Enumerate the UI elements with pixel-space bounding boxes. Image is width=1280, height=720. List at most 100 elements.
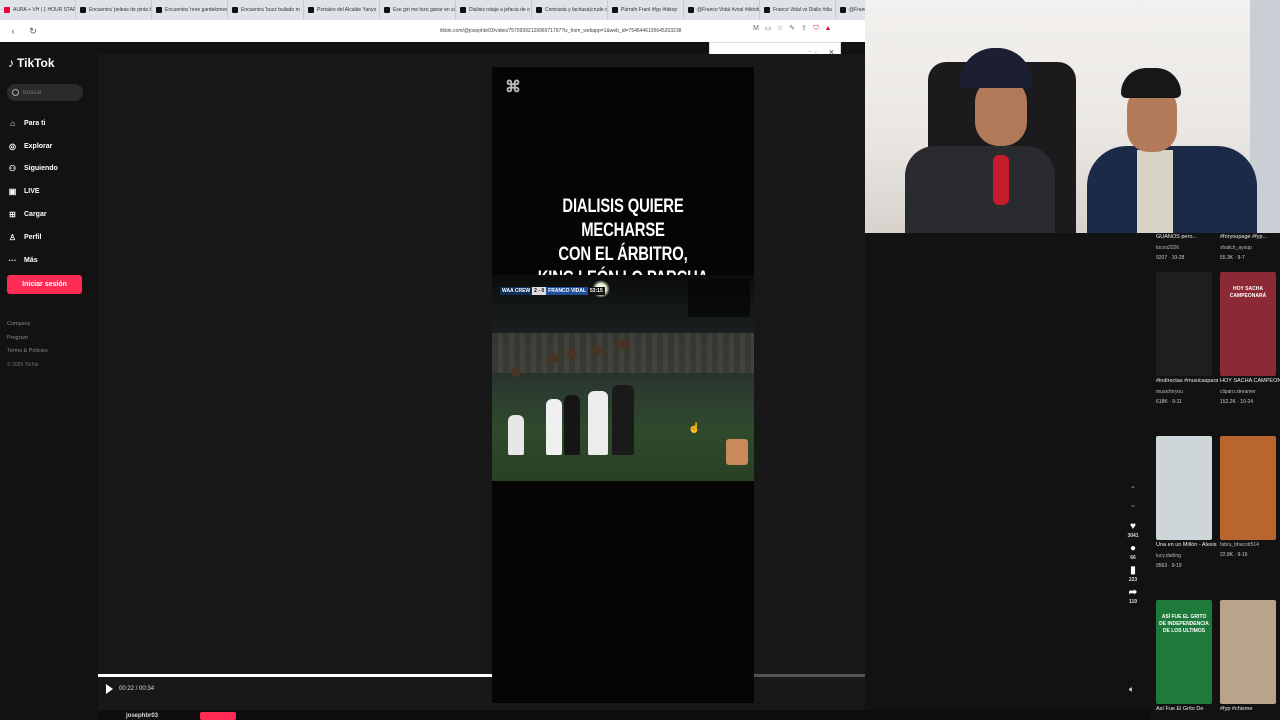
browser-tab[interactable]: AURA + VH | 1 HOUR STAR <box>0 0 76 20</box>
streamer-cam-overlay <box>726 439 748 465</box>
stats-panel <box>688 279 750 317</box>
footer-link-terms[interactable]: Terms & Policies <box>7 345 48 359</box>
more-icon: ··· <box>8 255 17 265</box>
back-icon[interactable]: ‹ <box>6 24 20 38</box>
footer-link-program[interactable]: Program <box>7 332 48 346</box>
video-frame[interactable]: ⌘ DIALISIS QUIERE MECHARSE CON EL ÁRBITR… <box>492 67 754 703</box>
browser-tab[interactable]: Ese giri me hizo ganar en si <box>380 0 456 20</box>
shield-icon[interactable]: ⛉ <box>812 25 820 33</box>
related-video-card[interactable]: GUANOS pero... tocns2026 9207 · 10-28 <box>1156 232 1216 263</box>
next-video-strip: josephbr03 <box>98 710 1150 720</box>
login-button[interactable]: Iniciar sesión <box>7 275 82 294</box>
related-video-user[interactable]: musicforyou <box>1156 387 1216 397</box>
video-thumbnail[interactable]: HOY SACHA CAMPEONARÁ <box>1220 272 1276 376</box>
browser-tab[interactable]: Portaleo del Alcalde Yanyo <box>304 0 380 20</box>
video-thumbnail[interactable] <box>1156 436 1212 540</box>
related-video-card[interactable]: HOY SACHA CAMPEONARÁ HOY SACHA CAMPEONARÁ… <box>1220 272 1280 407</box>
player-head <box>618 339 628 349</box>
chevron-down-icon[interactable]: ⌄ <box>1126 500 1140 509</box>
related-video-card[interactable]: ASÍ FUE EL GRITO DE INDEPENDENCIA DE LOS… <box>1156 600 1216 715</box>
thumbnail-text: ASÍ FUE EL GRITO DE INDEPENDENCIA DE LOS… <box>1159 614 1209 634</box>
mouse-cursor-icon: ☝ <box>688 423 701 434</box>
tab-favicon-icon <box>536 7 542 13</box>
screen: AURA + VH | 1 HOUR STAR Encuentra 'peleas… <box>0 0 1280 720</box>
comment-button[interactable]: ● 66 <box>1126 543 1140 561</box>
related-video-user[interactable]: fabru_bbacott514 <box>1220 540 1280 550</box>
browser-tab[interactable]: Dialisis rotaje a jefacia de o <box>456 0 532 20</box>
sidebar-item-label: Perfil <box>24 233 42 241</box>
share-count: 119 <box>1128 599 1138 605</box>
action-bar: ⌃ ⌄ ♥ 3041 ● 66 ▮ 223 ➦ 119 <box>1126 485 1140 605</box>
browser-tab[interactable]: Encuentra 'buzz builado m <box>228 0 304 20</box>
extensions-icon[interactable]: ✎ <box>788 25 796 33</box>
browser-tab[interactable]: @Franco Vidal #viral #tiktok <box>684 0 760 20</box>
tab-label: Encuentra 'buzz builado m <box>241 7 300 13</box>
play-icon[interactable] <box>106 684 113 694</box>
share-button[interactable]: ➦ 119 <box>1126 587 1140 605</box>
browser-tab[interactable]: Contrasta y fachasa(crude o <box>532 0 608 20</box>
scorebug-team2: FRANCO VIDAL <box>546 287 588 295</box>
tab-label: AURA + VH | 1 HOUR STAR <box>13 7 76 13</box>
video-thumbnail[interactable] <box>1156 272 1212 376</box>
tab-label: Ese giri me hizo ganar en si <box>393 7 455 13</box>
tab-favicon-icon <box>460 7 466 13</box>
related-video-user[interactable]: tocns2026 <box>1156 243 1216 253</box>
tab-favicon-icon <box>308 7 314 13</box>
next-video-username[interactable]: josephbr03 <box>126 713 158 719</box>
save-button[interactable]: ▮ 223 <box>1126 565 1140 583</box>
tab-label: Encuentra 'rene gardelomes <box>165 7 228 13</box>
reload-icon[interactable]: ↻ <box>26 24 40 38</box>
search-box[interactable] <box>7 84 83 101</box>
related-video-user[interactable]: lucy.darling <box>1156 551 1216 561</box>
related-video-card[interactable]: Una en un Millón - Alexis Y Fido #fyp...… <box>1156 436 1218 571</box>
url-field[interactable]: tiktok.com/@josephbr03/video/75709392129… <box>440 25 740 37</box>
related-video-card[interactable]: #foryoupage #fyp... shaiich_ayoup 55.3K · … <box>1220 232 1280 263</box>
related-video-card[interactable]: #fyp #chisme <box>1220 600 1280 715</box>
related-video-card[interactable]: #indirectas #musicasparastatu... musicfor… <box>1156 272 1218 407</box>
alert-icon[interactable]: ▲ <box>824 25 832 33</box>
related-video-user[interactable]: cliparo.streamer <box>1220 387 1280 397</box>
browser-tab[interactable]: Franco Vidal vs Dialis #dia <box>760 0 836 20</box>
sidebar-item-label: Para ti <box>24 119 46 127</box>
player-figure <box>564 395 580 455</box>
related-video-caption: HOY SACHA CAMPEONARÁ EN... <box>1220 378 1280 384</box>
browser-tab[interactable]: @Franco Vi <box>836 0 865 20</box>
footer-link-company[interactable]: Company <box>7 318 48 332</box>
tiktok-logo[interactable]: ♪ TikTok <box>8 56 55 70</box>
browser-tab[interactable]: Encuentra 'peleas de pinta b <box>76 0 152 20</box>
sidebar-item-perfil[interactable]: ♙ Perfil <box>8 226 58 249</box>
video-thumbnail[interactable]: ASÍ FUE EL GRITO DE INDEPENDENCIA DE LOS… <box>1156 600 1212 704</box>
related-videos-grid: GUANOS pero... tocns2026 9207 · 10-28 #fory… <box>1150 232 1280 720</box>
like-count: 3041 <box>1127 533 1139 539</box>
translate-icon[interactable]: M <box>752 25 760 33</box>
video-thumbnail[interactable] <box>1220 600 1276 704</box>
chevron-up-icon[interactable]: ⌃ <box>1126 485 1140 494</box>
related-video-card[interactable]: fabru_bbacott514 22.8K · 9-16 <box>1220 436 1280 560</box>
bookmark-icon[interactable]: ☆ <box>776 25 784 33</box>
screen-icon[interactable]: ▭ <box>764 25 772 33</box>
search-input[interactable] <box>23 89 81 96</box>
compass-icon: ◎ <box>9 141 16 151</box>
volume-icon[interactable]: 🔈︎ <box>1129 684 1134 695</box>
video-thumbnail[interactable] <box>1220 436 1276 540</box>
sidebar-item-m-s[interactable]: ··· Más <box>8 249 58 272</box>
player-head <box>567 349 577 359</box>
sidebar-item-para-ti[interactable]: ⌂ Para ti <box>8 112 58 135</box>
sidebar-item-cargar[interactable]: ⊞ Cargar <box>8 203 58 226</box>
capcut-icon: ⌘ <box>505 79 521 96</box>
player-figure <box>588 391 608 455</box>
related-video-stats: 152.2K · 10-24 <box>1220 399 1254 405</box>
sidebar-item-live[interactable]: ▣ LIVE <box>8 180 58 203</box>
share-icon[interactable]: ⇪ <box>800 25 808 33</box>
logo-text: TikTok <box>17 56 55 70</box>
like-button[interactable]: ♥ 3041 <box>1126 521 1140 539</box>
sidebar-item-siguiendo[interactable]: ⚇ Siguiendo <box>8 158 58 181</box>
related-video-user[interactable]: shaiich_ayoup <box>1220 243 1280 253</box>
webcam-overlay <box>865 0 1280 233</box>
browser-tab[interactable]: Párrafo Franl #fyp #tiktop <box>608 0 684 20</box>
sidebar-item-explorar[interactable]: ◎ Explorar <box>8 135 58 158</box>
tab-favicon-icon <box>612 7 618 13</box>
sidebar-item-label: Siguiendo <box>24 165 58 173</box>
browser-tab[interactable]: Encuentra 'rene gardelomes <box>152 0 228 20</box>
tab-label: Encuentra 'peleas de pinta b <box>89 7 152 13</box>
